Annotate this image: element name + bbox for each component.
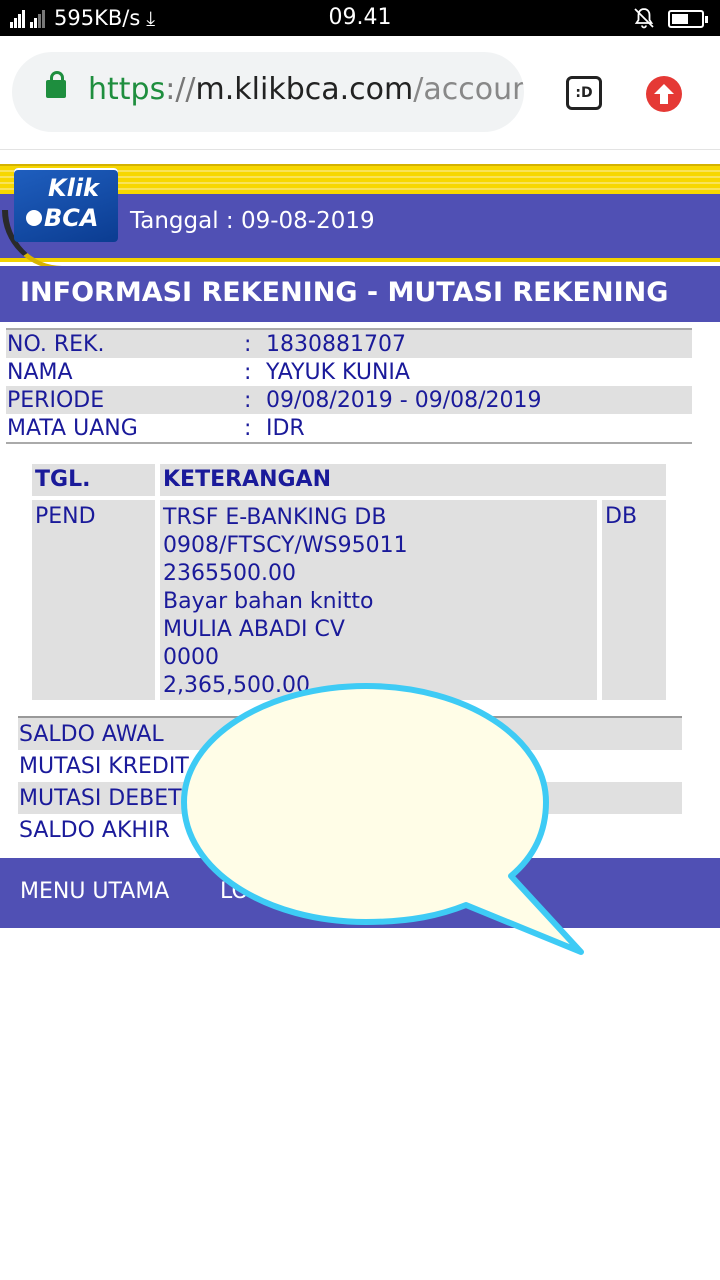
menu-utama-link[interactable]: MENU UTAMA <box>20 879 169 904</box>
page-title-bar: INFORMASI REKENING - MUTASI REKENING <box>0 266 720 322</box>
url-text[interactable]: https://m.klikbca.com/accoun <box>88 72 524 107</box>
bell-muted-icon <box>634 8 654 29</box>
arrow-up-icon <box>654 84 674 104</box>
account-row: NAMA : YAYUK KUNIA <box>7 359 410 385</box>
klikbca-logo: Klik BCA <box>14 168 118 242</box>
status-bar: 595KB/s ⤓ 09.41 <box>0 0 720 36</box>
account-row: MATA UANG : IDR <box>7 415 305 441</box>
update-button[interactable] <box>646 76 682 112</box>
clock: 09.41 <box>328 5 392 30</box>
transaction-date: PEND <box>32 500 155 700</box>
page-title: INFORMASI REKENING - MUTASI REKENING <box>20 277 669 308</box>
bca-emblem-icon <box>26 210 42 226</box>
column-header-date: TGL. <box>32 464 155 496</box>
lock-icon <box>46 71 66 98</box>
address-bar[interactable]: https://m.klikbca.com/accoun <box>12 52 524 132</box>
transaction-type: DB <box>602 500 666 700</box>
tab-switcher-button[interactable]: :D <box>566 76 602 110</box>
speech-bubble-overlay <box>181 683 584 955</box>
date-label: Tanggal : 09-08-2019 <box>130 208 375 234</box>
account-info: NO. REK. : 1830881707 NAMA : YAYUK KUNIA… <box>6 328 692 444</box>
account-row: PERIODE : 09/08/2019 - 09/08/2019 <box>6 386 692 414</box>
account-row: NO. REK. : 1830881707 <box>6 330 692 358</box>
column-header-description: KETERANGAN <box>160 464 666 496</box>
battery-icon <box>668 10 708 28</box>
transaction-description: TRSF E-BANKING DB 0908/FTSCY/WS95011 236… <box>160 500 597 700</box>
browser-toolbar: https://m.klikbca.com/accoun :D <box>0 36 720 150</box>
